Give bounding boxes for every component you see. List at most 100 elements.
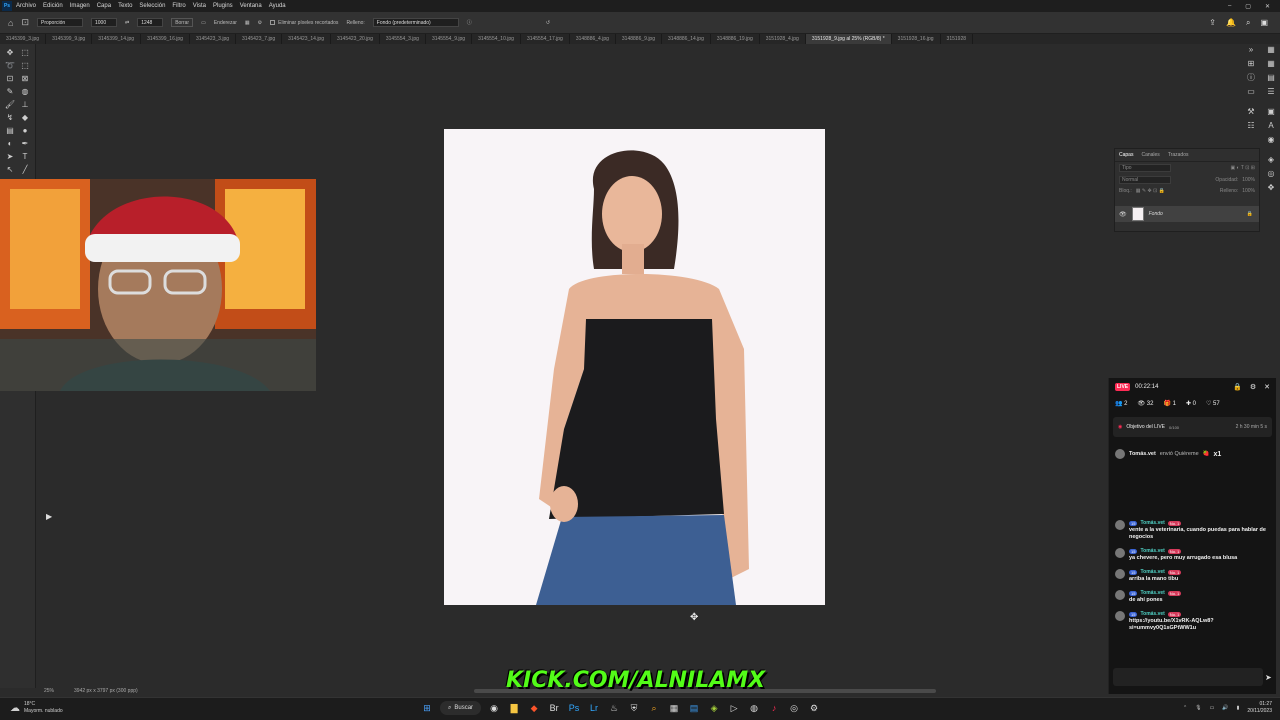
info-panel-icon[interactable]: ⓘ xyxy=(1246,72,1256,82)
tab-paths[interactable]: Trazados xyxy=(1168,152,1189,158)
lock-icon[interactable]: 🔒 xyxy=(1233,383,1242,391)
lasso-tool-icon[interactable]: ➰ xyxy=(5,60,15,70)
delete-cropped-checkbox[interactable] xyxy=(270,20,276,25)
document-tab[interactable]: 3145399_14.jpg xyxy=(92,34,142,44)
menu-ayuda[interactable]: Ayuda xyxy=(269,3,286,9)
vpn-icon[interactable]: ⛨ xyxy=(627,701,641,715)
chat-username[interactable]: Tomás.vet xyxy=(1140,611,1164,617)
settings-app-icon[interactable]: ⚙ xyxy=(807,701,821,715)
document-tab[interactable]: 3148886_4.jpg xyxy=(570,34,616,44)
document-tab[interactable]: 3145554_10.jpg xyxy=(472,34,521,44)
document-tab[interactable]: 3145399_3.jpg xyxy=(0,34,47,44)
obs-icon[interactable]: ◎ xyxy=(787,701,801,715)
eye-icon[interactable]: 👁 xyxy=(1119,211,1127,218)
layers-icon[interactable]: ◈ xyxy=(1266,154,1276,164)
properties-icon[interactable]: ⊞ xyxy=(1246,58,1256,68)
network-icon[interactable]: ▭ xyxy=(1210,705,1215,711)
send-icon[interactable]: ➤ xyxy=(1265,673,1272,682)
document-tab[interactable]: 3151928_9.jpg al 25% (RGB/8) * xyxy=(805,34,892,44)
document-tab[interactable]: 3145423_14.jpg xyxy=(282,34,331,44)
chat-username[interactable]: Tomás.vet xyxy=(1140,590,1164,596)
brave-browser-icon[interactable]: ◆ xyxy=(527,701,541,715)
swap-icon[interactable]: ⇄ xyxy=(125,20,129,26)
menu-edicion[interactable]: Edición xyxy=(43,3,63,9)
healing-brush-icon[interactable]: ◍ xyxy=(20,86,30,96)
stamp-icon[interactable]: ⊥ xyxy=(20,99,30,109)
type-tool-icon[interactable]: T xyxy=(20,151,30,161)
libraries-icon[interactable]: ☰ xyxy=(1266,86,1276,96)
weather-widget[interactable]: ☁ 18°C Mayorm. nublado xyxy=(10,701,63,715)
path-select-icon[interactable]: ➤ xyxy=(5,151,15,161)
battery-icon[interactable]: ▮ xyxy=(1237,705,1240,711)
blend-mode-dropdown[interactable]: Normal xyxy=(1119,176,1171,184)
tiktok-studio-icon[interactable]: ♪ xyxy=(767,701,781,715)
artboard-tool-icon[interactable]: ⬚ xyxy=(20,47,30,57)
gradient-icon[interactable]: ▤ xyxy=(5,125,15,135)
menu-archivo[interactable]: Archivo xyxy=(16,3,36,9)
collapse-panel-icon[interactable]: » xyxy=(1246,44,1256,54)
pen-icon[interactable]: ✒ xyxy=(20,138,30,148)
document-tab[interactable]: 3151928_4.jpg xyxy=(760,34,806,44)
clock[interactable]: 01:27 20/11/2023 xyxy=(1247,701,1272,715)
crop-icon[interactable]: ⊡ xyxy=(5,73,15,83)
maximize-icon[interactable]: ▢ xyxy=(1245,3,1251,10)
document-tab[interactable]: 3148886_9.jpg xyxy=(616,34,662,44)
lightroom-app-icon[interactable]: Lr xyxy=(587,701,601,715)
menu-seleccion[interactable]: Selección xyxy=(139,3,165,9)
direct-select-icon[interactable]: ↖ xyxy=(5,164,15,174)
lock-icons[interactable]: ▦ ✎ ✥ ⊡ 🔒 xyxy=(1136,188,1165,194)
dodge-icon[interactable]: ◐ xyxy=(5,138,15,148)
bell-icon[interactable]: 🔔 xyxy=(1226,18,1236,28)
home-icon[interactable]: ⌂ xyxy=(8,18,13,28)
notes-app-icon[interactable]: ▤ xyxy=(687,701,701,715)
chat-username[interactable]: Tomás.vet xyxy=(1140,569,1164,575)
character-icon[interactable]: ◉ xyxy=(1266,134,1276,144)
volume-icon[interactable]: 🔊 xyxy=(1222,705,1228,711)
blur-icon[interactable]: ● xyxy=(20,125,30,135)
steam-icon[interactable]: ♨ xyxy=(607,701,621,715)
color-icon[interactable]: ▦ xyxy=(1266,58,1276,68)
windows-start-icon[interactable]: ⊞ xyxy=(420,701,434,715)
paths-icon[interactable]: ✥ xyxy=(1266,182,1276,192)
adjustments-icon[interactable]: ⚒ xyxy=(1246,106,1256,116)
fill-value[interactable]: 100% xyxy=(1242,188,1255,194)
sliders-icon[interactable]: ☷ xyxy=(1246,120,1256,130)
fill-dropdown[interactable]: Fondo (predeterminado) xyxy=(372,18,459,27)
tab-layers[interactable]: Capas xyxy=(1119,152,1133,158)
crop-tool-icon[interactable]: ⊡ xyxy=(21,17,29,28)
filter-icons[interactable]: ▣ ◐ T ⊡ ⊞ xyxy=(1230,165,1255,171)
channels-icon[interactable]: ◎ xyxy=(1266,168,1276,178)
comments-icon[interactable]: ▭ xyxy=(1246,86,1256,96)
document-tab[interactable]: 3145399_9.jpg xyxy=(46,34,93,44)
mic-icon[interactable]: 🎙 xyxy=(1195,705,1201,711)
layer-filter-input[interactable]: Tipo xyxy=(1119,164,1171,172)
document-tab[interactable]: 3145554_17.jpg xyxy=(521,34,570,44)
bridge-app-icon[interactable]: Br xyxy=(547,701,561,715)
brush-icon[interactable]: 🖌 xyxy=(5,99,15,109)
menu-vista[interactable]: Vista xyxy=(193,3,206,9)
search-icon[interactable]: ⌕ xyxy=(1246,18,1250,28)
grid-overlay-icon[interactable]: ▦ xyxy=(245,20,250,26)
chat-username[interactable]: Tomás.vet xyxy=(1140,548,1164,554)
menu-capa[interactable]: Capa xyxy=(97,3,111,9)
live-goal[interactable]: ◉ Objetivo del LIVE 0/100 2 h 30 min 5 s xyxy=(1113,417,1272,437)
document-tab[interactable]: 3148886_14.jpg xyxy=(662,34,711,44)
menu-imagen[interactable]: Imagen xyxy=(70,3,90,9)
document-canvas[interactable] xyxy=(444,129,825,605)
menu-plugins[interactable]: Plugins xyxy=(213,3,233,9)
search-app-icon[interactable]: ⌕ xyxy=(647,701,661,715)
document-tab[interactable]: 3145423_3.jpg xyxy=(190,34,237,44)
zoom-level[interactable]: 25% xyxy=(44,688,54,694)
chat-username[interactable]: Tomás.vet xyxy=(1140,520,1164,526)
frame-tool-icon[interactable]: ⊠ xyxy=(20,73,30,83)
swatches-icon[interactable]: ▤ xyxy=(1266,72,1276,82)
opacity-value[interactable]: 100% xyxy=(1242,177,1255,183)
document-tab[interactable]: 3145554_3.jpg xyxy=(380,34,426,44)
document-tab[interactable]: 3145399_16.jpg xyxy=(141,34,190,44)
learn-icon[interactable]: ▦ xyxy=(1266,44,1276,54)
close-icon[interactable]: ✕ xyxy=(1264,383,1270,391)
brushes-icon[interactable]: ▣ xyxy=(1266,106,1276,116)
document-info[interactable]: 3942 px x 3797 px (300 ppp) xyxy=(74,688,138,694)
eraser-icon[interactable]: ◆ xyxy=(20,112,30,122)
height-field[interactable]: 1248 xyxy=(137,18,164,27)
